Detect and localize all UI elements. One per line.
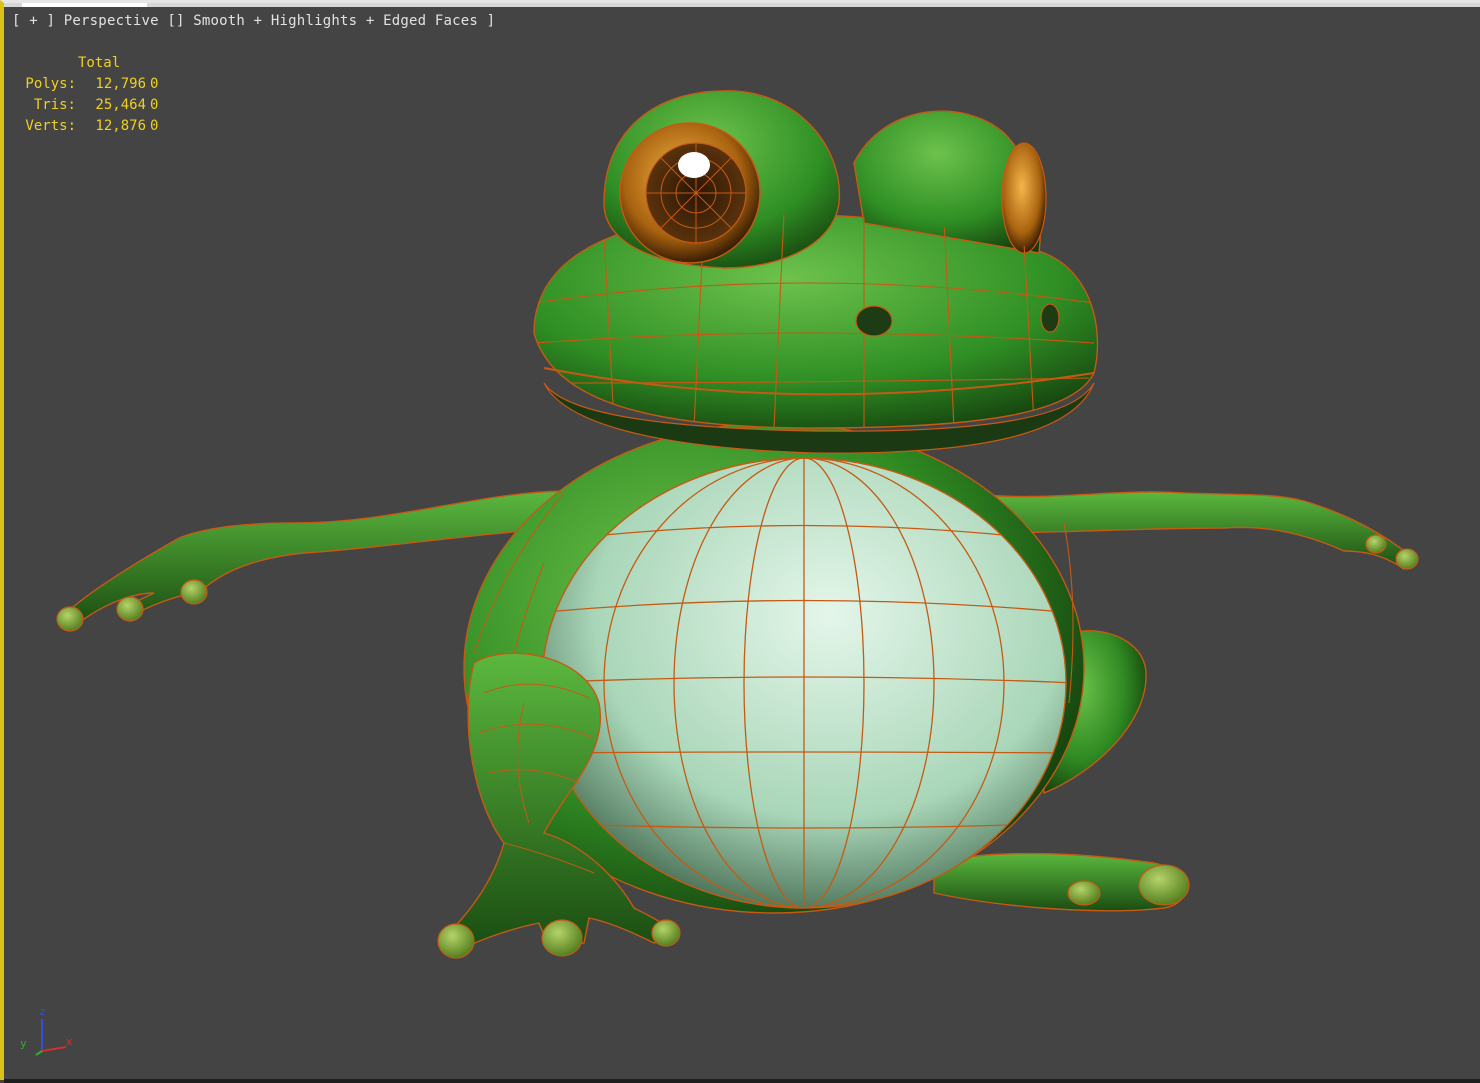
stats-header: Total: [78, 55, 121, 71]
stats-label: Polys:: [25, 76, 76, 92]
viewport-general-menu[interactable]: [ + ]: [12, 13, 55, 29]
axis-tripod-icon: z y x: [20, 1005, 73, 1056]
viewport-perspective[interactable]: [ + ] Perspective [] Smooth + Highlights…: [0, 0, 1480, 1083]
axis-x-line: [41, 1046, 67, 1052]
stats-total: 25,464: [95, 97, 146, 113]
axis-y-label: y: [20, 1037, 27, 1050]
stats-label: Tris:: [33, 97, 76, 113]
axis-z-label: z: [39, 1005, 46, 1018]
stats-selected: 0: [150, 76, 159, 92]
frog-model[interactable]: [4, 3, 1480, 1083]
frog-eye-left: [619, 122, 761, 264]
stats-selected: 0: [150, 118, 159, 134]
stats-label: Verts:: [25, 118, 76, 134]
stats-selected: 0: [150, 97, 159, 113]
frog-head: [533, 90, 1099, 454]
viewport-shading-menu[interactable]: Smooth + Highlights + Edged Faces ]: [193, 13, 495, 29]
axis-y-line: [35, 1050, 43, 1056]
viewport-point-of-view-menu[interactable]: Perspective: [64, 13, 159, 29]
axis-x-label: x: [66, 1035, 73, 1048]
viewport-stereo-menu[interactable]: []: [167, 13, 184, 29]
stats-total: 12,796: [95, 76, 146, 92]
stats-total: 12,876: [95, 118, 146, 134]
viewport-label-menu[interactable]: [ + ] Perspective [] Smooth + Highlights…: [12, 13, 495, 29]
